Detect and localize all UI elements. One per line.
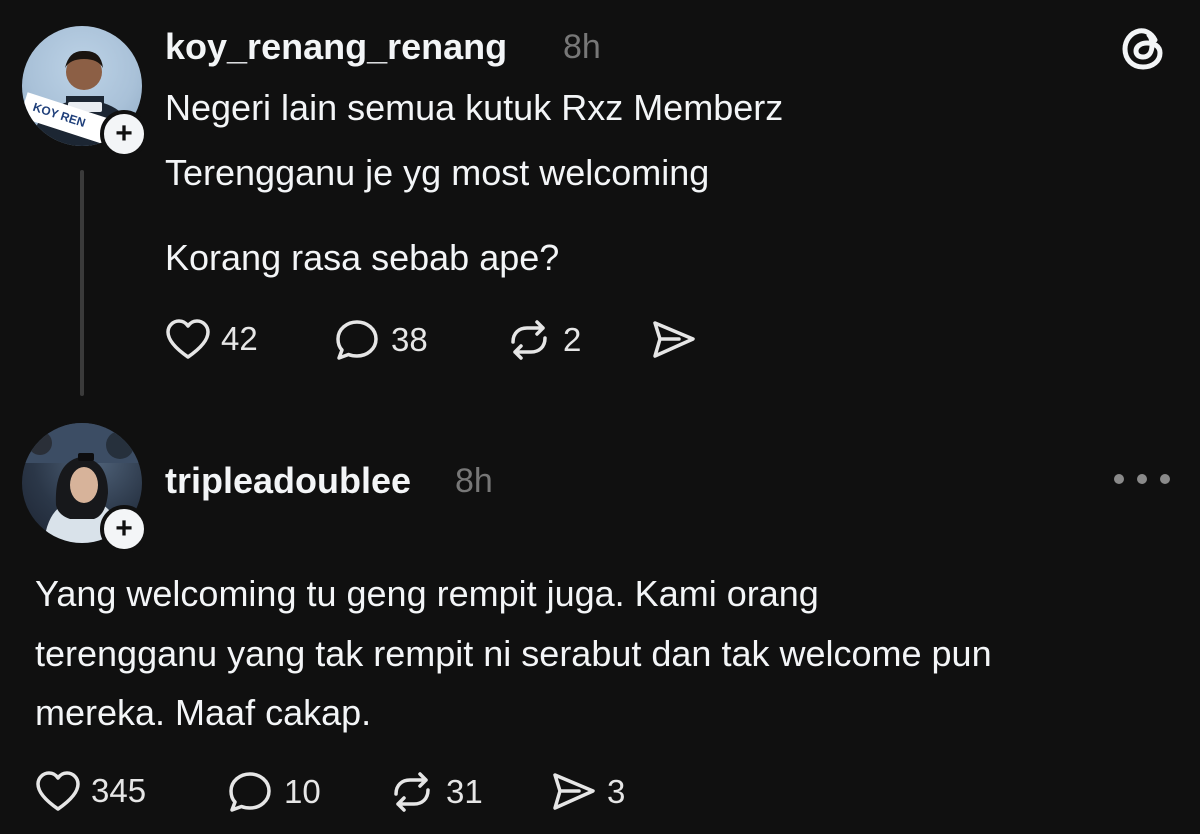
reply-repost-count: 31 [446,773,483,810]
reply-repost-button[interactable]: 31 [388,770,483,814]
heart-icon [166,319,210,359]
repost-icon [511,320,547,360]
plus-icon: + [115,512,133,545]
reply-text-line-2: terengganu yang tak rempit ni serabut da… [35,633,992,674]
reply-text-line-1: Yang welcoming tu geng rempit juga. Kami… [35,573,819,614]
follow-author-button[interactable]: + [100,110,148,158]
post-text-line-4: Korang rasa sebab ape? [165,237,560,278]
post-repost-count: 2 [563,321,582,358]
post-timestamp: 8h [563,28,601,66]
reply-timestamp: 8h [455,462,493,500]
post-username[interactable]: koy_renang_renang [165,26,507,68]
reply-text-line-3: mereka. Maaf cakap. [35,692,372,733]
send-icon [653,321,695,358]
post-reply-count: 38 [391,321,428,358]
follow-reply-author-button[interactable]: + [100,505,148,553]
send-icon [553,773,595,810]
plus-icon: + [115,117,133,150]
post-text-line-1: Negeri lain semua kutuk Rxz Memberz [165,87,784,128]
heart-icon [36,771,80,811]
more-options-icon[interactable] [1114,466,1170,492]
repost-icon [394,772,430,812]
comment-icon [336,320,378,360]
reply-like-count: 345 [91,772,147,809]
post-repost-button[interactable]: 2 [505,318,581,362]
reply-share-count: 3 [607,773,626,810]
post-share-button[interactable] [651,318,697,362]
post-like-count: 42 [221,320,258,357]
reply-share-button[interactable]: 3 [551,770,625,814]
reply-reply-count: 10 [284,773,321,810]
post-reply-button[interactable]: 38 [333,318,428,362]
post-text-line-2: Terengganu je yg most welcoming [165,152,710,193]
comment-icon [229,772,271,812]
post-like-button[interactable]: 42 [165,318,258,360]
threads-logo-icon[interactable] [1118,22,1170,79]
thread-connector-line [80,170,84,396]
reply-username[interactable]: tripleadoublee [165,460,411,502]
reply-like-button[interactable]: 345 [35,770,146,812]
reply-reply-button[interactable]: 10 [226,770,321,814]
